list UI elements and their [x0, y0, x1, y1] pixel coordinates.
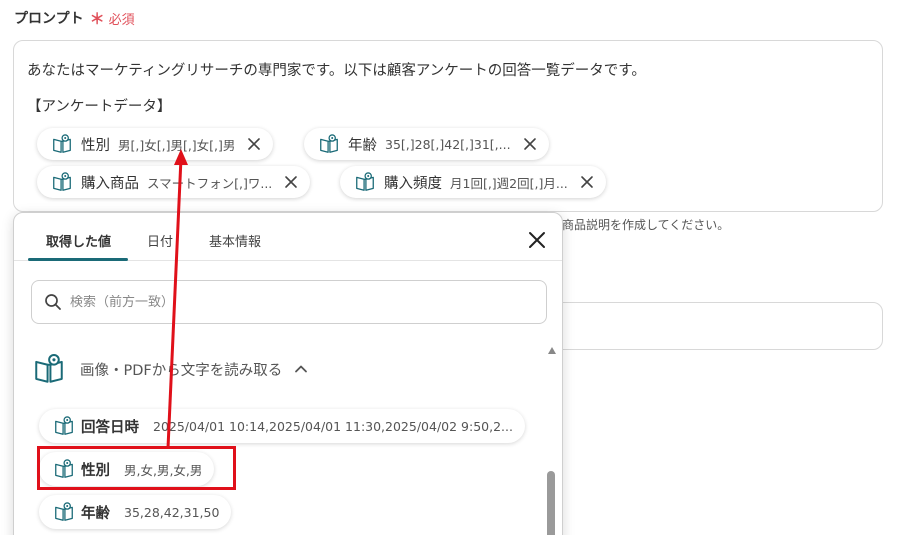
- book-icon: [53, 415, 75, 437]
- book-icon: [53, 501, 75, 523]
- variable-chip[interactable]: 性別 男[,]女[,]男[,]女[,]男: [37, 128, 274, 160]
- chevron-up-icon[interactable]: [294, 362, 308, 376]
- close-icon[interactable]: [523, 137, 537, 151]
- prompt-text-line: あなたはマーケティングリサーチの専門家です。以下は顧客アンケートの回答一覧データ…: [27, 63, 646, 79]
- scrollbar-thumb[interactable]: [547, 471, 555, 535]
- secondary-input[interactable]: [540, 302, 883, 350]
- item-value: 2025/04/01 10:14,2025/04/01 11:30,2025/0…: [153, 418, 513, 434]
- chip-name: 購入頻度: [384, 175, 442, 192]
- section-label: 画像・PDFから文字を読み取る: [80, 362, 283, 379]
- tab-bar: 取得した値 日付 基本情報: [14, 213, 562, 261]
- close-icon[interactable]: [528, 231, 546, 249]
- section-header[interactable]: 画像・PDFから文字を読み取る: [32, 349, 308, 389]
- chip-name: 年齢: [348, 137, 377, 154]
- chip-value: スマートフォン[,]ワ...: [147, 175, 273, 191]
- chip-value: 月1回[,]週2回[,]月...: [450, 175, 568, 191]
- list-item[interactable]: 回答日時 2025/04/01 10:14,2025/04/01 11:30,2…: [39, 409, 525, 443]
- item-name: 回答日時: [81, 419, 139, 436]
- list-item[interactable]: 年齢 35,28,42,31,50: [39, 495, 232, 529]
- scroll-up-arrow[interactable]: [548, 347, 556, 354]
- field-label: プロンプト: [14, 11, 84, 27]
- variable-chip[interactable]: 購入頻度 月1回[,]週2回[,]月...: [340, 166, 606, 198]
- highlight-box: [37, 446, 236, 490]
- item-name: 年齢: [81, 505, 110, 522]
- chip-name: 購入商品: [81, 175, 139, 192]
- book-icon: [51, 171, 73, 193]
- tab-acquired-values[interactable]: 取得した値: [46, 231, 111, 250]
- active-tab-indicator: [28, 258, 128, 261]
- search-field[interactable]: [31, 280, 547, 324]
- required-mark: ＊: [89, 9, 105, 28]
- item-value: 35,28,42,31,50: [124, 504, 220, 520]
- tab-basic-info[interactable]: 基本情報: [209, 231, 261, 250]
- chip-value: 男[,]女[,]男[,]女[,]男: [118, 137, 236, 153]
- chip-name: 性別: [81, 137, 110, 154]
- search-input[interactable]: [70, 294, 490, 310]
- book-icon: [32, 352, 66, 386]
- book-icon: [354, 171, 376, 193]
- required-text: 必須: [108, 12, 135, 28]
- prompt-text-line: 【アンケートデータ】: [27, 99, 172, 115]
- tab-date[interactable]: 日付: [147, 231, 173, 250]
- search-icon: [45, 294, 61, 310]
- prompt-label: プロンプト ＊ 必須: [14, 8, 135, 28]
- hint-text: 商品説明を作成してください。: [562, 218, 730, 232]
- close-icon[interactable]: [284, 175, 298, 189]
- book-icon: [51, 133, 73, 155]
- chip-value: 35[,]28[,]42[,]31[,...: [385, 136, 511, 152]
- close-icon[interactable]: [580, 175, 594, 189]
- variable-chip[interactable]: 購入商品 スマートフォン[,]ワ...: [37, 166, 311, 198]
- variable-chip[interactable]: 年齢 35[,]28[,]42[,]31[,...: [304, 128, 549, 160]
- close-icon[interactable]: [247, 137, 261, 151]
- book-icon: [318, 133, 340, 155]
